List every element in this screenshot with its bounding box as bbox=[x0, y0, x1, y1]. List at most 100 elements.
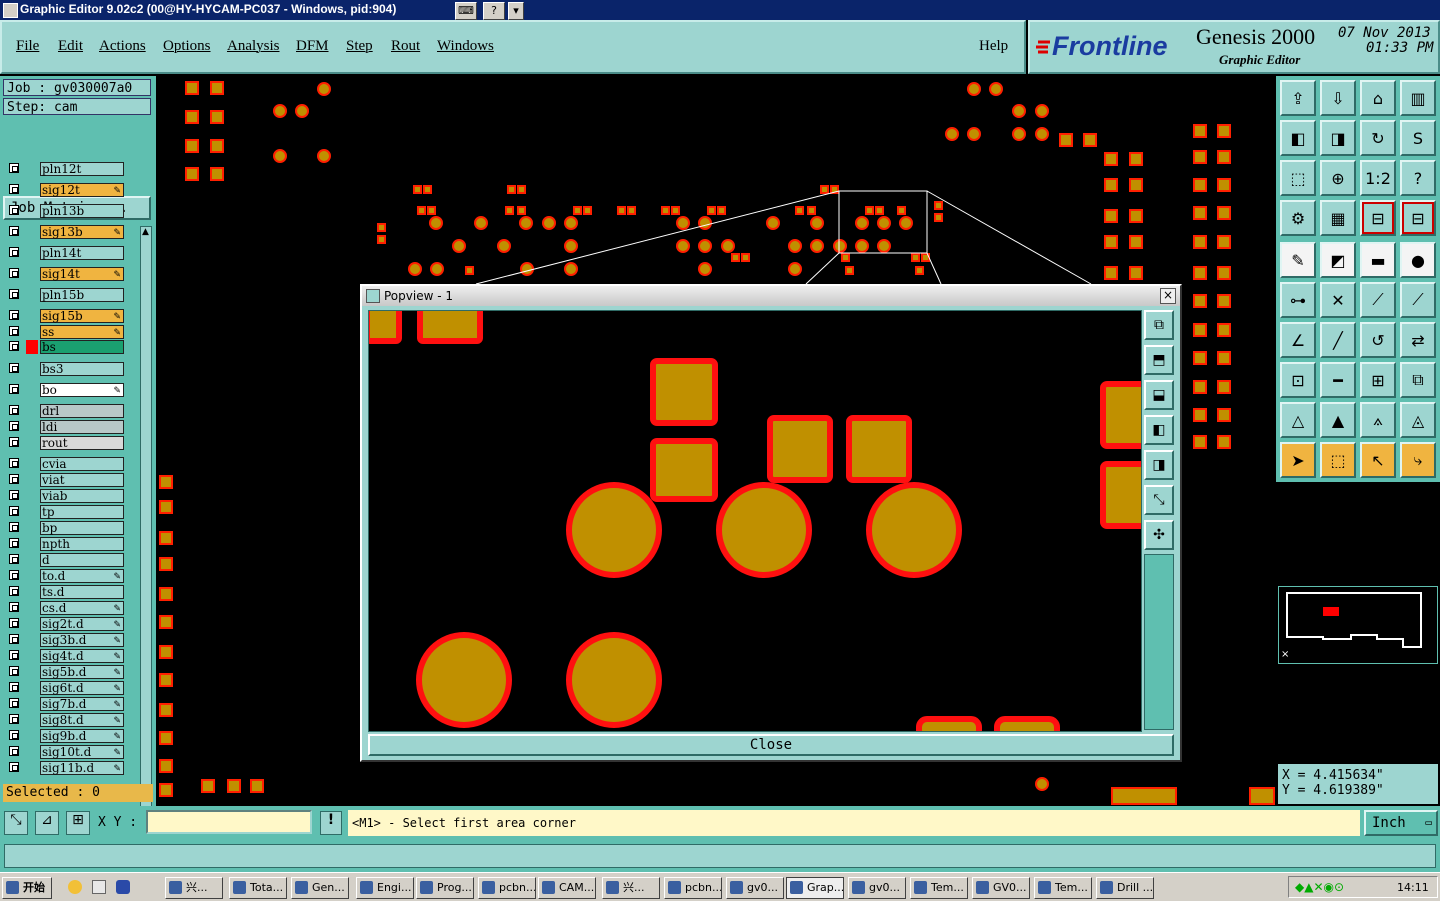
layer-name[interactable]: bs3 bbox=[40, 362, 124, 376]
layer-name[interactable]: bp bbox=[40, 521, 124, 535]
layer-checkbox[interactable] bbox=[9, 458, 19, 468]
layer-name[interactable]: sig2t.d ✎ bbox=[40, 617, 124, 631]
pad-icon[interactable]: ● bbox=[1400, 242, 1436, 278]
layer-row-d[interactable]: d bbox=[6, 553, 124, 567]
layer-checkbox[interactable] bbox=[9, 730, 19, 740]
layer-checkbox[interactable] bbox=[9, 437, 19, 447]
layer-name[interactable]: bo ✎ bbox=[40, 383, 124, 397]
taskbar-item[interactable]: CAM... bbox=[538, 877, 596, 899]
layer-row-sig3b-d[interactable]: sig3b.d ✎ bbox=[6, 633, 124, 647]
pan-down-icon[interactable]: ⬓ bbox=[1144, 380, 1174, 410]
link2-icon[interactable]: ⟋ bbox=[1400, 282, 1436, 318]
home-icon[interactable]: ⌂ bbox=[1360, 80, 1396, 116]
layer-checkbox[interactable] bbox=[9, 163, 19, 173]
layer-checkbox[interactable] bbox=[9, 490, 19, 500]
layer-checkbox[interactable] bbox=[9, 698, 19, 708]
zoom-out-icon[interactable]: ⤡ bbox=[1144, 485, 1174, 515]
home-up-icon[interactable]: ⇪ bbox=[1280, 80, 1316, 116]
snap-icon[interactable]: ⤡ bbox=[4, 811, 28, 835]
layer-row-bs3[interactable]: bs3 bbox=[6, 362, 124, 376]
layer-row-sig12t[interactable]: sig12t ✎ bbox=[6, 183, 124, 197]
layer-row-viab[interactable]: viab bbox=[6, 489, 124, 503]
taskbar-item[interactable]: Gen... bbox=[291, 877, 349, 899]
right-step-icon[interactable]: ◨ bbox=[1320, 120, 1356, 156]
start-button[interactable]: 开始 bbox=[2, 877, 52, 899]
arc-icon[interactable]: ↺ bbox=[1360, 322, 1396, 358]
layer-name[interactable]: sig10t.d ✎ bbox=[40, 745, 124, 759]
layer-row-pln12t[interactable]: pln12t bbox=[6, 162, 124, 176]
layer-row-sig5b-d[interactable]: sig5b.d ✎ bbox=[6, 665, 124, 679]
chevron-down-icon[interactable]: ▾ bbox=[508, 2, 524, 20]
layer-name[interactable]: sig8t.d ✎ bbox=[40, 713, 124, 727]
units-selector[interactable]: Inch ▭ bbox=[1364, 810, 1438, 836]
layer-row-to-d[interactable]: to.d ✎ bbox=[6, 569, 124, 583]
menu-help[interactable]: Help bbox=[979, 38, 1008, 55]
layer-name[interactable]: sig3b.d ✎ bbox=[40, 633, 124, 647]
scale-icon[interactable]: ⊞ bbox=[1360, 362, 1396, 398]
menu-rout[interactable]: Rout bbox=[391, 38, 420, 55]
popview-canvas[interactable] bbox=[364, 304, 1156, 742]
layer-checkbox[interactable] bbox=[9, 666, 19, 676]
layer-checkbox[interactable] bbox=[9, 762, 19, 772]
layers-red-icon[interactable]: ⊟ bbox=[1360, 200, 1396, 236]
layer-row-bo[interactable]: bo ✎ bbox=[6, 383, 124, 397]
group-icon[interactable]: ⧉ bbox=[1400, 362, 1436, 398]
triangle-icon[interactable]: △ bbox=[1280, 402, 1316, 438]
layer-name[interactable]: cs.d ✎ bbox=[40, 601, 124, 615]
select-icon[interactable]: ⬚ bbox=[1320, 442, 1356, 478]
home-down-icon[interactable]: ⇩ bbox=[1320, 80, 1356, 116]
shield-app-icon[interactable] bbox=[116, 880, 130, 894]
layer-name[interactable]: drl bbox=[40, 404, 124, 418]
taskbar-item[interactable]: Tem... bbox=[1034, 877, 1092, 899]
taskbar-item[interactable]: 兴... bbox=[602, 877, 660, 899]
pointer-icon[interactable]: ➤ bbox=[1280, 442, 1316, 478]
layer-checkbox[interactable] bbox=[9, 384, 19, 394]
pencil-icon[interactable]: ✎ bbox=[1280, 242, 1316, 278]
left-step-icon[interactable]: ◧ bbox=[1280, 120, 1316, 156]
layer-checkbox[interactable] bbox=[9, 341, 19, 351]
layer-checkbox[interactable] bbox=[9, 586, 19, 596]
menu-options[interactable]: Options bbox=[163, 38, 211, 55]
layer-row-sig4t-d[interactable]: sig4t.d ✎ bbox=[6, 649, 124, 663]
ruler-icon[interactable]: ▬ bbox=[1360, 242, 1396, 278]
layer-name[interactable]: pln13b bbox=[40, 204, 124, 218]
layer-name[interactable]: viat bbox=[40, 473, 124, 487]
layer-name[interactable]: tp bbox=[40, 505, 124, 519]
layer-name[interactable]: sig13b ✎ bbox=[40, 225, 124, 239]
layer-row-sig14t[interactable]: sig14t ✎ bbox=[6, 267, 124, 281]
layer-name[interactable]: sig15b ✎ bbox=[40, 309, 124, 323]
layer-name[interactable]: cvia bbox=[40, 457, 124, 471]
layer-name[interactable]: sig5b.d ✎ bbox=[40, 665, 124, 679]
question-icon[interactable]: ? bbox=[1400, 160, 1436, 196]
taskbar-item[interactable]: Grap... bbox=[786, 877, 844, 899]
route-icon[interactable]: ⤷ bbox=[1400, 442, 1436, 478]
triangle2-icon[interactable]: ▲ bbox=[1320, 402, 1356, 438]
layer-row-bs[interactable]: bs bbox=[6, 340, 124, 354]
layer-name[interactable]: pln14t bbox=[40, 246, 124, 260]
notepad-icon[interactable] bbox=[92, 880, 106, 894]
layer-name[interactable]: d bbox=[40, 553, 124, 567]
taskbar-item[interactable]: GV0... bbox=[972, 877, 1030, 899]
fit-icon[interactable]: ⬚ bbox=[1280, 160, 1316, 196]
layer-checkbox[interactable] bbox=[9, 602, 19, 612]
triangle4-icon[interactable]: ◬ bbox=[1400, 402, 1436, 438]
layer-name[interactable]: bs bbox=[40, 340, 124, 354]
layer-name[interactable]: to.d ✎ bbox=[40, 569, 124, 583]
menu-actions[interactable]: Actions bbox=[99, 38, 146, 55]
layer-name[interactable]: sig14t ✎ bbox=[40, 267, 124, 281]
layer-checkbox[interactable] bbox=[9, 205, 19, 215]
layer-row-pln15b[interactable]: pln15b bbox=[6, 288, 124, 302]
layer-row-viat[interactable]: viat bbox=[6, 473, 124, 487]
layer-name[interactable]: ts.d bbox=[40, 585, 124, 599]
board-overview[interactable]: × bbox=[1278, 586, 1438, 664]
measure-icon[interactable]: ⊿ bbox=[35, 811, 59, 835]
layer-checkbox[interactable] bbox=[9, 184, 19, 194]
close-button[interactable]: Close bbox=[368, 734, 1174, 756]
grid-icon[interactable]: ⊞ bbox=[66, 811, 90, 835]
layer-row-npth[interactable]: npth bbox=[6, 537, 124, 551]
layer-checkbox[interactable] bbox=[9, 421, 19, 431]
layer-checkbox[interactable] bbox=[9, 268, 19, 278]
layer-scrollbar[interactable]: ▲ ▼ bbox=[140, 226, 152, 854]
layer-checkbox[interactable] bbox=[9, 363, 19, 373]
layer-row-bp[interactable]: bp bbox=[6, 521, 124, 535]
